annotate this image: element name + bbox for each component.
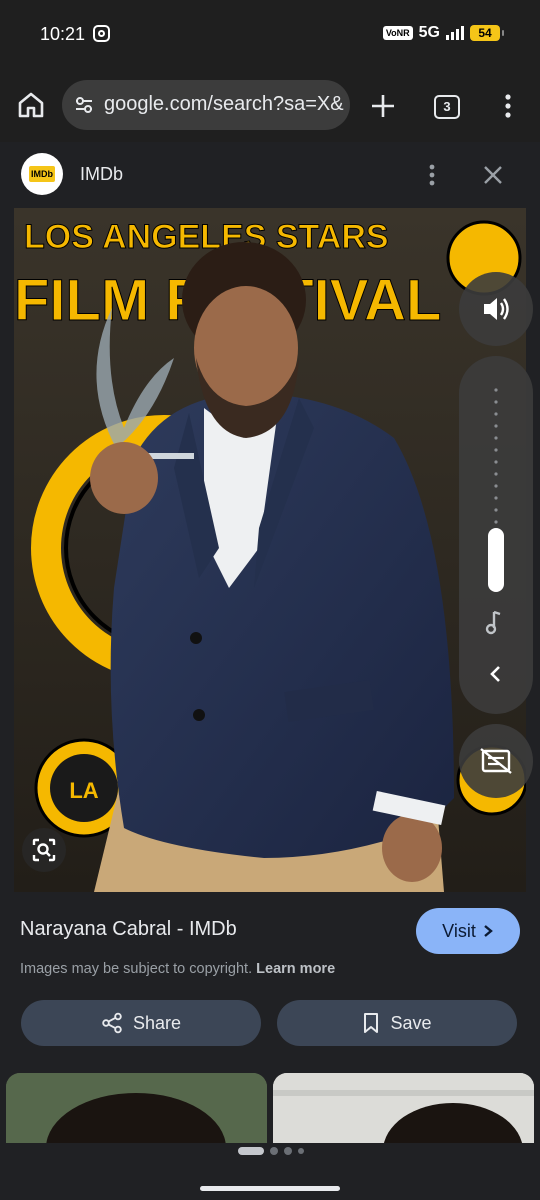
learn-more-link[interactable]: Learn more xyxy=(256,961,335,977)
plus-icon xyxy=(372,95,394,117)
save-label: Save xyxy=(390,1012,432,1033)
copyright-text: Images may be subject to copyright. xyxy=(20,961,253,977)
save-button[interactable]: Save xyxy=(277,1000,517,1046)
pager-dot xyxy=(270,1147,278,1155)
more-vert-icon xyxy=(505,94,511,118)
close-button[interactable] xyxy=(480,162,506,188)
thumb-2-art xyxy=(273,1073,534,1143)
browser-toolbar: google.com/search?sa=X& 3 xyxy=(0,70,540,142)
share-button[interactable]: Share xyxy=(21,1000,261,1046)
gesture-navigation-bar[interactable] xyxy=(200,1186,340,1191)
volume-mute-button[interactable] xyxy=(459,272,533,346)
small-logo-text: LA xyxy=(69,778,98,803)
site-settings-icon[interactable] xyxy=(74,95,94,115)
signal-icon xyxy=(446,26,464,40)
live-caption-button[interactable] xyxy=(459,724,533,798)
pager-dot xyxy=(298,1148,304,1154)
caption-off-icon xyxy=(480,748,512,774)
home-icon xyxy=(18,92,44,118)
more-vert-icon xyxy=(429,164,435,186)
imdb-logo: IMDb xyxy=(29,166,55,182)
source-favicon: IMDb xyxy=(21,153,63,195)
pager-dot xyxy=(284,1147,292,1155)
photo-illustration: LOS ANGELES STARS FILM FESTIVAL LA xyxy=(14,208,526,892)
new-tab-button[interactable] xyxy=(366,89,400,123)
pager-dot-active xyxy=(238,1147,264,1155)
network-type: 5G xyxy=(418,24,440,41)
close-icon xyxy=(484,166,502,184)
share-icon xyxy=(102,1012,122,1034)
battery-icon: 54 xyxy=(470,25,504,41)
thumb-1-art xyxy=(6,1073,267,1143)
copyright-notice: Images may be subject to copyright. Lear… xyxy=(20,961,335,977)
chevron-right-icon xyxy=(484,925,493,937)
volume-slider[interactable] xyxy=(488,528,504,592)
google-lens-button[interactable] xyxy=(22,828,66,872)
visit-label: Visit xyxy=(442,920,476,941)
speaker-icon xyxy=(484,298,509,320)
source-header: IMDb IMDb xyxy=(0,142,540,208)
result-title[interactable]: Narayana Cabral - IMDb xyxy=(20,918,237,941)
address-bar[interactable]: google.com/search?sa=X& xyxy=(62,80,350,130)
music-note-icon xyxy=(485,610,501,635)
more-options-button[interactable] xyxy=(420,160,444,190)
volume-panel xyxy=(459,356,533,714)
visit-button[interactable]: Visit xyxy=(416,908,520,954)
image-viewer-sheet: IMDb IMDb LOS ANGELES STARS FILM LA Nara… xyxy=(0,142,540,1200)
vonr-badge: VoNR xyxy=(382,26,413,40)
status-indicators: VoNR 5G 54 xyxy=(382,24,504,42)
status-bar: 10:21 VoNR 5G 54 xyxy=(0,0,540,70)
related-image-1[interactable] xyxy=(6,1073,267,1143)
tab-switcher-button[interactable]: 3 xyxy=(434,95,460,119)
result-image[interactable]: LOS ANGELES STARS FILM FESTIVAL LA xyxy=(14,208,526,892)
instagram-icon xyxy=(93,25,110,42)
chevron-left-icon[interactable] xyxy=(484,660,508,688)
bookmark-icon xyxy=(364,1013,379,1033)
status-time: 10:21 xyxy=(40,24,86,44)
home-button[interactable] xyxy=(14,88,48,122)
source-name[interactable]: IMDb xyxy=(80,164,123,185)
url-text: google.com/search?sa=X& xyxy=(104,93,344,115)
lens-icon xyxy=(32,838,56,862)
browser-menu-button[interactable] xyxy=(496,89,520,123)
carousel-pager xyxy=(238,1147,304,1155)
share-label: Share xyxy=(132,1012,182,1033)
related-image-2[interactable] xyxy=(273,1073,534,1143)
banner-line-1: LOS ANGELES STARS xyxy=(24,218,389,256)
